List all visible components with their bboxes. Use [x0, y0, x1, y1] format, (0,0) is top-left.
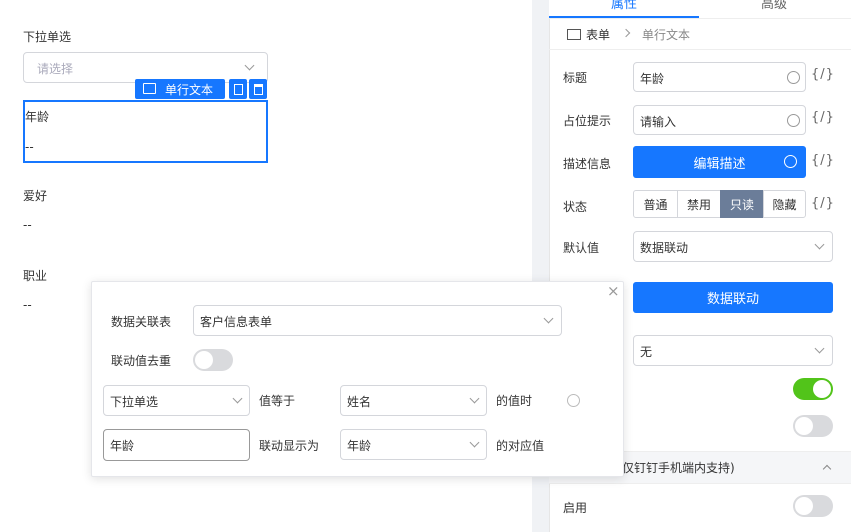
enable-toggle[interactable]: [793, 495, 833, 517]
condition-field-value: 下拉单选: [110, 395, 159, 409]
toggle-on[interactable]: [793, 378, 833, 400]
field-label-job: 职业: [23, 269, 48, 283]
display-suffix: 的对应值: [496, 439, 545, 453]
dingtalk-section-title: 仅钉钉手机端内支持): [622, 461, 735, 475]
state-hidden[interactable]: 隐藏: [763, 190, 806, 218]
chevron-up-icon: [822, 464, 832, 474]
condition-field-select[interactable]: 下拉单选: [103, 385, 250, 416]
chevron-down-icon: [814, 239, 825, 250]
toggle-knob: [795, 497, 813, 515]
enable-label: 启用: [563, 501, 588, 515]
copy-icon: [233, 83, 243, 95]
display-operator: 联动显示为: [259, 439, 320, 453]
dedupe-label: 联动值去重: [111, 354, 172, 368]
field-value-hobby: --: [23, 218, 32, 232]
description-label: 描述信息: [563, 157, 612, 171]
title-label: 标题: [563, 71, 588, 85]
title-input[interactable]: 年龄: [633, 62, 806, 92]
toggle-knob: [195, 351, 213, 369]
globe-icon[interactable]: [787, 114, 800, 127]
formula-icon[interactable]: {/}: [811, 153, 835, 168]
copy-button[interactable]: [229, 79, 247, 99]
data-linkage-button[interactable]: 数据联动: [633, 282, 833, 313]
selected-tag-label: 单行文本: [165, 83, 214, 97]
text-field-icon: [143, 83, 156, 94]
edit-description-label: 编辑描述: [693, 156, 746, 172]
default-value-text: 数据联动: [640, 241, 689, 255]
breadcrumb: 表单 单行文本: [549, 20, 851, 50]
field-value-age: --: [25, 140, 34, 154]
chevron-down-icon: [543, 313, 554, 324]
dedupe-toggle[interactable]: [193, 349, 233, 371]
toggle-knob: [813, 380, 831, 398]
add-condition-icon[interactable]: [567, 394, 580, 407]
chevron-down-icon: [232, 393, 243, 404]
display-target-select[interactable]: 年龄: [340, 429, 487, 460]
field-label-age: 年龄: [25, 110, 50, 124]
dropdown-placeholder: 请选择: [37, 62, 74, 76]
tab-properties[interactable]: 属性: [611, 0, 637, 12]
active-tab-indicator: [549, 16, 699, 18]
close-icon[interactable]: ×: [607, 282, 620, 300]
form-icon: [567, 29, 581, 40]
none-select-value: 无: [640, 345, 653, 359]
linked-table-value: 客户信息表单: [200, 315, 273, 329]
chevron-down-icon: [469, 393, 480, 404]
globe-icon[interactable]: [787, 71, 800, 84]
trash-icon: [253, 83, 263, 95]
formula-icon[interactable]: {/}: [811, 110, 835, 125]
table-label: 数据关联表: [111, 315, 172, 329]
state-readonly[interactable]: 只读: [720, 190, 764, 218]
chevron-down-icon: [244, 60, 255, 71]
linked-table-select[interactable]: 客户信息表单: [193, 305, 562, 336]
condition-suffix: 的值时: [496, 394, 533, 408]
chevron-down-icon: [814, 343, 825, 354]
default-value-select[interactable]: 数据联动: [633, 231, 833, 262]
default-label: 默认值: [563, 241, 600, 255]
state-normal[interactable]: 普通: [633, 190, 678, 218]
field-label-dropdown: 下拉单选: [23, 30, 72, 44]
globe-icon[interactable]: [784, 155, 797, 168]
title-input-value: 年龄: [640, 72, 665, 86]
display-field-input[interactable]: 年龄: [103, 429, 250, 461]
state-label: 状态: [563, 200, 588, 214]
formula-icon[interactable]: {/}: [811, 196, 835, 211]
field-value-job: --: [23, 298, 32, 312]
condition-target-value: 姓名: [347, 395, 372, 409]
display-target-value: 年龄: [347, 439, 372, 453]
tab-advanced[interactable]: 高级: [761, 0, 787, 12]
toggle-off[interactable]: [793, 415, 833, 437]
state-disabled[interactable]: 禁用: [677, 190, 721, 218]
toggle-knob: [795, 417, 813, 435]
field-label-hobby: 爱好: [23, 189, 48, 203]
edit-description-button[interactable]: 编辑描述: [633, 146, 806, 178]
selected-component-tag[interactable]: 单行文本: [135, 79, 225, 99]
chevron-down-icon: [469, 437, 480, 448]
placeholder-label: 占位提示: [563, 114, 612, 128]
display-field-value: 年龄: [110, 439, 135, 453]
formula-icon[interactable]: {/}: [811, 67, 835, 82]
data-linkage-popup: × 数据关联表 客户信息表单 联动值去重 下拉单选 值等于 姓名 的值时 年龄 …: [91, 281, 624, 477]
condition-target-select[interactable]: 姓名: [340, 385, 487, 416]
breadcrumb-field: 单行文本: [642, 28, 691, 42]
data-linkage-label: 数据联动: [706, 292, 759, 307]
chevron-right-icon: [621, 28, 631, 38]
delete-button[interactable]: [249, 79, 267, 99]
placeholder-input[interactable]: 请输入: [633, 105, 806, 135]
panel-tabs: 属性 高级: [549, 0, 851, 19]
selected-field-age[interactable]: 年龄 --: [23, 100, 268, 163]
breadcrumb-form[interactable]: 表单: [586, 26, 610, 43]
placeholder-input-value: 请输入: [640, 115, 677, 129]
none-select[interactable]: 无: [633, 335, 833, 366]
condition-operator: 值等于: [259, 394, 296, 408]
